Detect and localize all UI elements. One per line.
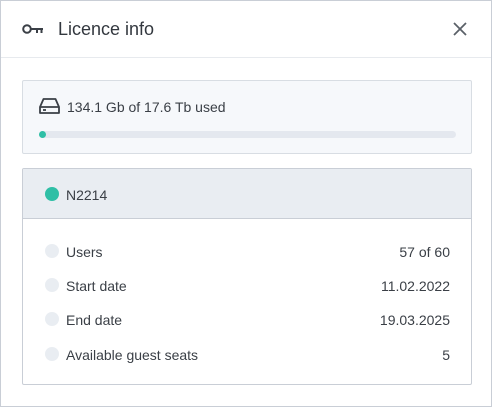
hard-drive-icon bbox=[39, 98, 60, 114]
row-value: 19.03.2025 bbox=[379, 312, 450, 328]
row-label: Start date bbox=[66, 278, 127, 294]
storage-progress-fill bbox=[39, 131, 46, 138]
key-icon bbox=[22, 24, 43, 34]
row-label: End date bbox=[66, 312, 123, 328]
dialog-title: Licence info bbox=[58, 19, 155, 39]
licence-card-header: N2214 bbox=[23, 169, 471, 219]
row-value: 11.02.2022 bbox=[380, 278, 450, 294]
row-bullet bbox=[45, 244, 59, 258]
storage-usage-panel: 134.1 Gb of 17.6 Tb used bbox=[22, 80, 472, 154]
row-label: Available guest seats bbox=[66, 347, 199, 363]
licence-row-users: Users 57 of 60 bbox=[23, 242, 471, 262]
licence-status-dot bbox=[45, 187, 59, 201]
licence-row-end-date: End date 19.03.2025 bbox=[23, 310, 471, 330]
licence-info-dialog: Licence info 134.1 Gb of 17.6 Tb used N2… bbox=[0, 0, 492, 407]
row-value: 5 bbox=[442, 347, 450, 363]
close-icon[interactable] bbox=[450, 19, 470, 39]
storage-usage-text: 134.1 Gb of 17.6 Tb used bbox=[67, 99, 226, 115]
licence-row-guest-seats: Available guest seats 5 bbox=[23, 345, 471, 365]
row-value: 57 of 60 bbox=[399, 244, 450, 260]
dialog-header: Licence info bbox=[1, 1, 491, 58]
storage-progress-bar bbox=[39, 131, 456, 138]
row-bullet bbox=[45, 278, 59, 292]
licence-name: N2214 bbox=[66, 187, 108, 203]
licence-row-start-date: Start date 11.02.2022 bbox=[23, 276, 471, 296]
row-bullet bbox=[45, 312, 59, 326]
row-bullet bbox=[45, 347, 59, 361]
row-label: Users bbox=[66, 244, 103, 260]
licence-card: N2214 Users 57 of 60 Start date 11.02.20… bbox=[22, 168, 472, 385]
